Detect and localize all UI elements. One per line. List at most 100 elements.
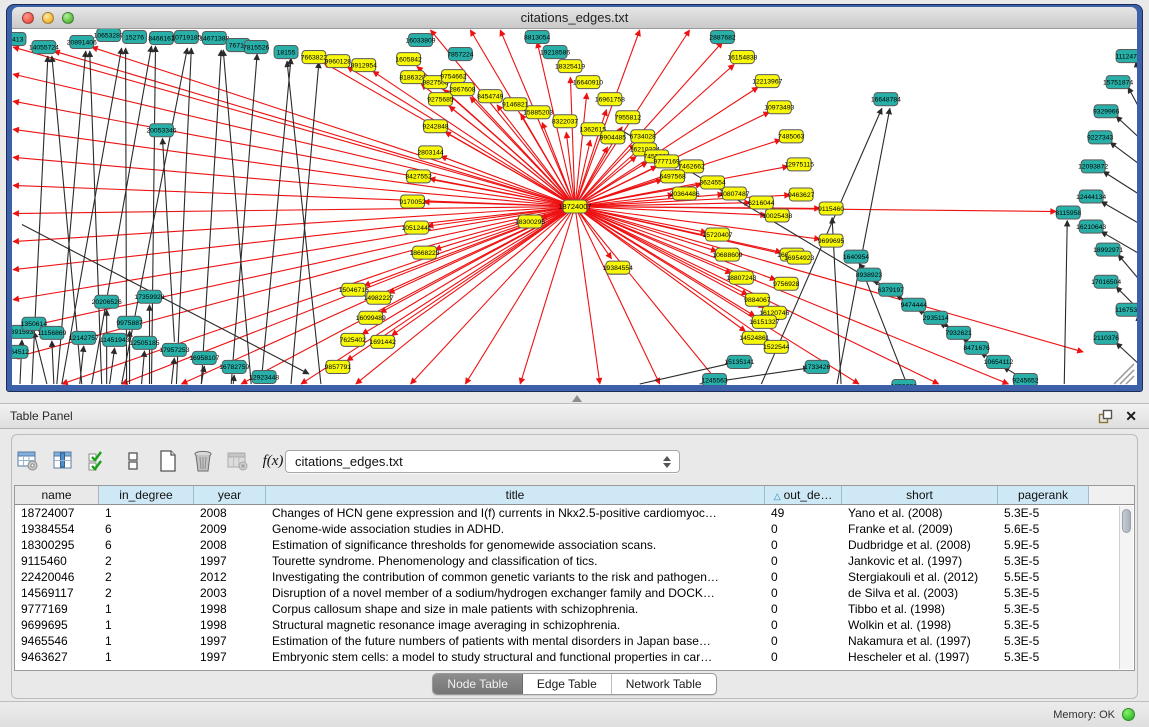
graph-node[interactable]: 10512441 [402, 221, 432, 234]
graph-node[interactable]: 8115958 [1055, 206, 1081, 219]
graph-node-hub[interactable]: 18724007 [558, 200, 591, 213]
graph-node[interactable]: 18300295 [515, 215, 545, 228]
graph-node[interactable]: 10973493 [764, 101, 794, 114]
graph-node[interactable]: 18992971 [1093, 243, 1123, 256]
graph-node[interactable]: 8322037 [552, 115, 579, 128]
graph-node[interactable]: 8471676 [963, 341, 990, 354]
graph-node[interactable]: 16640910 [573, 76, 603, 89]
graph-node[interactable]: 16961758 [595, 93, 625, 106]
graph-node[interactable]: 10025438 [762, 209, 792, 222]
graph-node[interactable]: 9960128 [325, 55, 352, 68]
table-row[interactable]: 1830029562008Estimation of significance … [15, 537, 1134, 553]
graph-node[interactable]: 17957253 [159, 343, 189, 356]
graph-node[interactable]: 20364486 [670, 187, 700, 200]
graph-node[interactable]: 17359928 [134, 290, 164, 303]
table-row[interactable]: 969969511998Structural magnetic resonanc… [15, 617, 1134, 633]
graph-node[interactable]: 1605842 [395, 53, 422, 66]
graph-node[interactable]: 7663822 [301, 51, 328, 64]
graph-node[interactable]: 8454749 [477, 90, 504, 103]
network-window-titlebar[interactable]: citations_edges.txt [12, 7, 1137, 29]
graph-node[interactable]: 18668223 [409, 246, 439, 259]
graph-node[interactable]: 9777169 [654, 155, 681, 168]
graph-node[interactable]: 9904485 [600, 131, 627, 144]
graph-node[interactable]: 7815526 [243, 41, 270, 54]
graph-node[interactable]: 2887682 [709, 31, 736, 44]
graph-node[interactable]: 16154838 [727, 51, 757, 64]
column-header-name[interactable]: name [15, 486, 99, 504]
column-header-in_degree[interactable]: in_degree [99, 486, 194, 504]
graph-node[interactable]: 9115460 [818, 202, 844, 215]
graph-node[interactable]: 16210643 [1076, 220, 1106, 233]
graph-node[interactable]: 12444134 [1076, 190, 1106, 203]
graph-node[interactable]: 8938923 [856, 268, 883, 281]
row-height-button[interactable] [121, 449, 145, 473]
graph-node[interactable]: 6734028 [630, 130, 657, 143]
graph-node[interactable]: 16954923 [784, 251, 814, 264]
table-row[interactable]: 1938455462009Genome-wide association stu… [15, 521, 1134, 537]
table-row[interactable]: 977716911998Corpus callosum shape and si… [15, 601, 1134, 617]
graph-node[interactable]: 15751874 [1103, 76, 1133, 89]
graph-node[interactable]: 16958107 [189, 351, 219, 364]
graph-node[interactable]: 3624554 [699, 176, 726, 189]
graph-node[interactable]: 9699695 [818, 234, 845, 247]
select-columns-button[interactable] [51, 449, 75, 473]
graph-node[interactable]: 9754662 [440, 70, 467, 83]
graph-node[interactable]: 16033809 [406, 34, 436, 47]
new-column-button[interactable] [156, 449, 180, 473]
graph-node[interactable]: 16099489 [356, 311, 386, 324]
network-graph[interactable]: 1841314055724208914061065328715276846616… [12, 29, 1137, 385]
column-header-out_de[interactable]: △out_de… [765, 486, 842, 504]
graph-node[interactable]: 20891406 [67, 36, 97, 49]
graph-node[interactable]: 16782759 [219, 360, 249, 373]
graph-node[interactable]: 9474444 [901, 298, 928, 311]
graph-node[interactable]: 18413 [12, 33, 26, 46]
graph-node[interactable]: 9170052 [399, 195, 426, 208]
graph-node[interactable]: 10653287 [94, 29, 124, 42]
graph-node[interactable]: 19218586 [540, 46, 570, 59]
graph-node[interactable]: 12093872 [1078, 160, 1108, 173]
graph-node[interactable]: 9329966 [1093, 105, 1120, 118]
select-rows-checklist-button[interactable] [86, 449, 110, 473]
graph-node[interactable]: 2935114 [923, 311, 949, 324]
graph-node[interactable]: 8912954 [351, 59, 378, 72]
graph-node[interactable]: 1733426 [804, 360, 831, 373]
graph-node[interactable]: 12142757 [69, 331, 99, 344]
graph-node[interactable]: 1855631 [891, 379, 918, 385]
graph-node[interactable]: 12923448 [249, 370, 279, 383]
graph-node[interactable]: 11451943 [100, 333, 130, 346]
graph-node[interactable]: 1522544 [763, 340, 790, 353]
column-header-short[interactable]: short [842, 486, 998, 504]
graph-node[interactable]: 2803144 [417, 146, 444, 159]
splitter-handle-icon[interactable] [572, 395, 582, 402]
graph-node[interactable]: 9275685 [427, 93, 454, 106]
graph-node[interactable]: 10807487 [719, 187, 749, 200]
graph-node[interactable]: 8427552 [405, 170, 432, 183]
graph-node[interactable]: 16151327 [749, 315, 779, 328]
graph-node[interactable]: 7625402 [340, 333, 367, 346]
graph-node[interactable]: 10654112 [984, 355, 1014, 368]
graph-node[interactable]: 19384554 [603, 261, 633, 274]
graph-node[interactable]: 8813054 [524, 31, 551, 44]
graph-node[interactable]: 9245652 [1012, 373, 1039, 385]
graph-node[interactable]: 9975887 [116, 316, 143, 329]
graph-node[interactable]: 9242848 [422, 120, 449, 133]
import-table-button-disabled[interactable] [226, 449, 250, 473]
graph-node[interactable]: 15135141 [724, 355, 754, 368]
table-selector-dropdown[interactable]: citations_edges.txt [285, 450, 680, 473]
graph-node[interactable]: 6216044 [748, 196, 775, 209]
graph-node[interactable]: 2110376 [1093, 331, 1119, 344]
column-header-year[interactable]: year [194, 486, 266, 504]
graph-node[interactable]: 1640954 [843, 250, 870, 263]
delete-column-trash-button[interactable] [191, 449, 215, 473]
graph-node[interactable]: 14055724 [29, 41, 59, 54]
graph-node[interactable]: 1245563 [701, 373, 728, 385]
table-row[interactable]: 911546021997Tourette syndrome. Phenomeno… [15, 553, 1134, 569]
graph-node[interactable]: 9857791 [325, 360, 352, 373]
function-builder-button[interactable]: f(x) [261, 449, 285, 473]
graph-node[interactable]: 16648784 [871, 93, 901, 106]
graph-node[interactable]: 7955812 [615, 111, 642, 124]
column-header-title[interactable]: title [266, 486, 765, 504]
graph-node[interactable]: 2867608 [449, 83, 476, 96]
float-window-icon[interactable] [1098, 409, 1113, 424]
graph-node[interactable]: 15276 [123, 31, 147, 44]
